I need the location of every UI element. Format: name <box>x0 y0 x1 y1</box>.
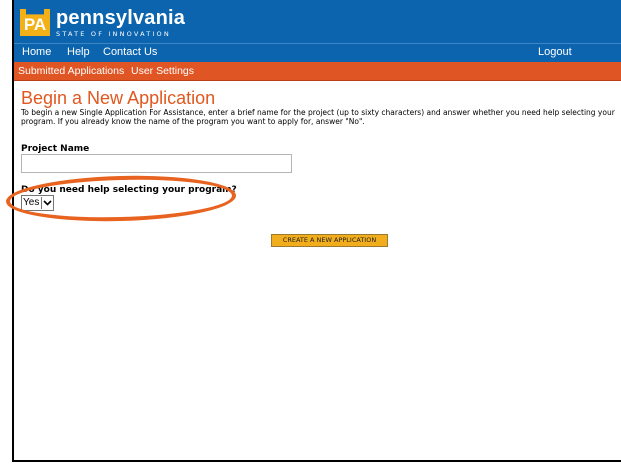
project-name-input[interactable] <box>21 154 292 173</box>
brand: pennsylvania STATE OF INNOVATION <box>56 8 185 38</box>
help-select[interactable]: Yes <box>21 195 55 211</box>
site-header: PA pennsylvania STATE OF INNOVATION <box>14 0 621 43</box>
nav-logout[interactable]: Logout <box>538 46 572 58</box>
pa-logo: PA <box>20 9 50 36</box>
project-name-label: Project Name <box>21 144 90 154</box>
nav-home[interactable]: Home <box>22 46 51 58</box>
chevron-down-icon[interactable] <box>41 197 53 209</box>
intro-text: To begin a new Single Application For As… <box>21 108 615 126</box>
create-application-button[interactable]: CREATE A NEW APPLICATION <box>271 234 388 247</box>
brand-tagline: STATE OF INNOVATION <box>56 30 171 38</box>
page-title: Begin a New Application <box>21 88 216 108</box>
nav-contact[interactable]: Contact Us <box>103 46 157 58</box>
subnav-user-settings[interactable]: User Settings <box>131 65 194 77</box>
nav-help[interactable]: Help <box>67 46 90 58</box>
help-question-label: Do you need help selecting your program? <box>21 185 237 195</box>
help-select-value: Yes <box>23 197 40 208</box>
main-nav: Home Help Contact Us Logout <box>14 43 621 62</box>
subnav-submitted-applications[interactable]: Submitted Applications <box>18 65 124 77</box>
sub-nav: Submitted Applications User Settings <box>14 62 621 81</box>
brand-name: pennsylvania <box>56 7 186 29</box>
